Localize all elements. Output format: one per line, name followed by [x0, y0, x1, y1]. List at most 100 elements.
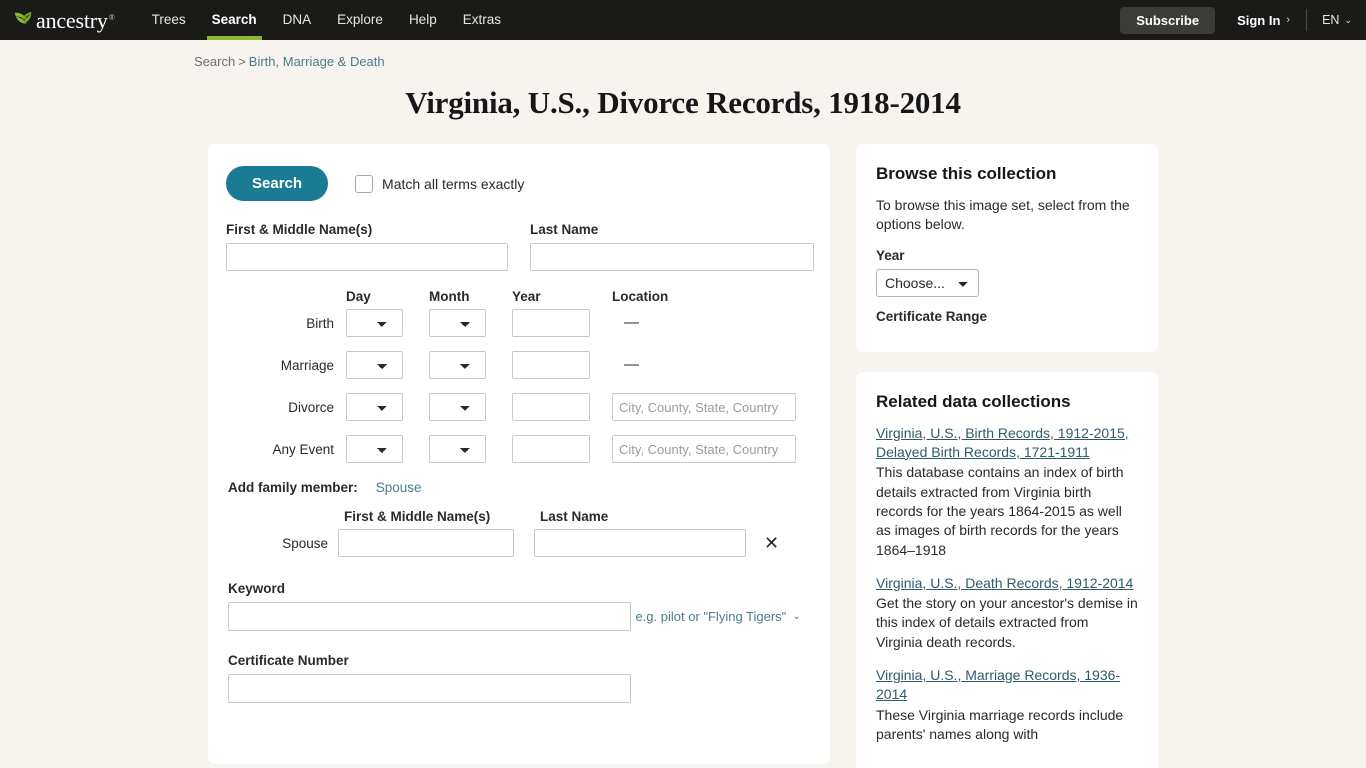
related-collection-link[interactable]: Virginia, U.S., Birth Records, 1912-2015… — [876, 424, 1138, 463]
chevron-down-icon: ⌄ — [792, 611, 801, 622]
any-event-day-select[interactable] — [346, 435, 403, 463]
first-name-label: First & Middle Name(s) — [226, 222, 373, 237]
event-label-any-event: Any Event — [272, 441, 334, 457]
related-collection-description: This database contains an index of birth… — [876, 464, 1124, 558]
trademark-symbol: ® — [108, 12, 115, 22]
birth-year-input[interactable] — [512, 309, 590, 337]
divorce-day-select[interactable] — [346, 393, 403, 421]
spouse-first-name-label: First & Middle Name(s) — [344, 509, 491, 524]
breadcrumb-item-bmd[interactable]: Birth, Marriage & Death — [249, 54, 385, 69]
keyword-hint-text: e.g. pilot or "Flying Tigers" — [635, 609, 787, 624]
related-collection-item: Virginia, U.S., Death Records, 1912-2014… — [876, 574, 1138, 652]
spouse-last-name-label: Last Name — [540, 509, 609, 524]
certificate-range-label: Certificate Range — [876, 308, 988, 324]
sidebar: Browse this collection To browse this im… — [856, 144, 1158, 768]
any-event-year-input[interactable] — [512, 435, 590, 463]
nav-item-search[interactable]: Search — [199, 0, 270, 40]
event-date-grid: Day Month Year Location Birth — Marriage… — [226, 289, 806, 463]
match-exact-toggle[interactable]: Match all terms exactly — [355, 174, 525, 193]
breadcrumb-separator: > — [238, 54, 246, 69]
language-label: EN — [1322, 13, 1340, 27]
breadcrumb-item-search[interactable]: Search — [194, 54, 235, 69]
logo-wordmark: ancestry® — [36, 8, 115, 33]
language-selector[interactable]: EN ⌄ — [1322, 13, 1352, 27]
add-family-member-label: Add family member: — [228, 480, 358, 495]
add-family-member-row: Add family member: Spouse — [228, 480, 806, 495]
browse-year-label: Year — [876, 247, 905, 263]
related-collection-item: Virginia, U.S., Birth Records, 1912-2015… — [876, 424, 1138, 560]
page-body: Search Match all terms exactly First & M… — [0, 121, 1366, 768]
marriage-day-select[interactable] — [346, 351, 403, 379]
chevron-down-icon: ⌄ — [1344, 14, 1352, 25]
marriage-location-dash: — — [624, 356, 639, 373]
name-fields-row: First & Middle Name(s) Last Name — [226, 222, 814, 271]
subscribe-button[interactable]: Subscribe — [1120, 6, 1216, 34]
nav-right-group: Subscribe Sign In › EN ⌄ — [1120, 0, 1352, 40]
event-label-divorce: Divorce — [288, 399, 334, 415]
related-collection-item: Virginia, U.S., Marriage Records, 1936-2… — [876, 666, 1138, 744]
leaf-icon — [14, 11, 32, 24]
spouse-row-label: Spouse — [282, 535, 328, 551]
related-collection-link[interactable]: Virginia, U.S., Marriage Records, 1936-2… — [876, 666, 1138, 705]
grid-header-month: Month — [429, 289, 470, 304]
marriage-year-input[interactable] — [512, 351, 590, 379]
birth-month-select[interactable] — [429, 309, 486, 337]
any-event-location-input[interactable] — [612, 435, 796, 463]
nav-item-help[interactable]: Help — [396, 0, 450, 40]
keyword-label: Keyword — [228, 581, 286, 596]
keyword-field-group: Keyword e.g. pilot or "Flying Tigers" ⌄ — [228, 581, 806, 631]
first-name-input[interactable] — [226, 243, 508, 271]
keyword-input[interactable] — [228, 602, 631, 631]
chevron-right-icon: › — [1286, 14, 1291, 26]
event-row-birth: Birth — — [226, 309, 806, 337]
birth-location-dash: — — [624, 314, 639, 331]
spouse-input-row: Spouse ✕ — [226, 529, 806, 557]
sign-in-label: Sign In — [1237, 12, 1281, 28]
ancestry-logo[interactable]: ancestry® — [12, 0, 115, 40]
add-spouse-link[interactable]: Spouse — [376, 480, 422, 495]
certificate-number-input[interactable] — [228, 674, 631, 703]
related-collections-card: Related data collections Virginia, U.S.,… — [856, 371, 1158, 768]
any-event-month-select[interactable] — [429, 435, 486, 463]
nav-item-trees[interactable]: Trees — [139, 0, 199, 40]
event-row-marriage: Marriage — — [226, 351, 806, 379]
divorce-month-select[interactable] — [429, 393, 486, 421]
nav-item-extras[interactable]: Extras — [450, 0, 514, 40]
related-collection-description: Get the story on your ancestor's demise … — [876, 595, 1138, 650]
related-collections-heading: Related data collections — [876, 391, 1071, 411]
browse-collection-card: Browse this collection To browse this im… — [856, 144, 1158, 352]
grid-header-day: Day — [346, 289, 371, 304]
last-name-field-group: Last Name — [530, 222, 814, 271]
nav-item-dna[interactable]: DNA — [270, 0, 325, 40]
nav-item-explore[interactable]: Explore — [324, 0, 396, 40]
certificate-number-label: Certificate Number — [228, 653, 349, 668]
keyword-hint-toggle[interactable]: e.g. pilot or "Flying Tigers" ⌄ — [635, 609, 800, 624]
marriage-month-select[interactable] — [429, 351, 486, 379]
browse-collection-heading: Browse this collection — [876, 164, 1057, 183]
browse-collection-description: To browse this image set, select from th… — [876, 197, 1130, 233]
grid-header-year: Year — [512, 289, 541, 304]
last-name-label: Last Name — [530, 222, 599, 237]
primary-nav-links: Trees Search DNA Explore Help Extras — [139, 0, 514, 40]
spouse-last-name-input[interactable] — [534, 529, 746, 557]
birth-day-select[interactable] — [346, 309, 403, 337]
last-name-input[interactable] — [530, 243, 814, 271]
related-collection-link[interactable]: Virginia, U.S., Death Records, 1912-2014 — [876, 574, 1138, 593]
remove-spouse-icon[interactable]: ✕ — [764, 534, 779, 552]
event-grid-header: Day Month Year Location — [226, 289, 806, 304]
breadcrumb: Search > Birth, Marriage & Death — [0, 40, 1366, 69]
match-exact-checkbox[interactable] — [355, 174, 374, 193]
sign-in-link[interactable]: Sign In › — [1237, 9, 1308, 31]
first-name-field-group: First & Middle Name(s) — [226, 222, 508, 271]
spouse-header-row: First & Middle Name(s) Last Name — [226, 509, 806, 524]
divorce-location-input[interactable] — [612, 393, 796, 421]
event-row-any-event: Any Event — [226, 435, 806, 463]
search-button[interactable]: Search — [226, 166, 329, 201]
browse-year-select[interactable]: Choose... — [876, 268, 979, 297]
top-navigation-bar: ancestry® Trees Search DNA Explore Help … — [0, 0, 1366, 40]
spouse-first-name-input[interactable] — [338, 529, 514, 557]
match-exact-label: Match all terms exactly — [382, 175, 525, 192]
event-label-marriage: Marriage — [280, 357, 334, 373]
related-collection-description: These Virginia marriage records include … — [876, 706, 1124, 742]
divorce-year-input[interactable] — [512, 393, 590, 421]
